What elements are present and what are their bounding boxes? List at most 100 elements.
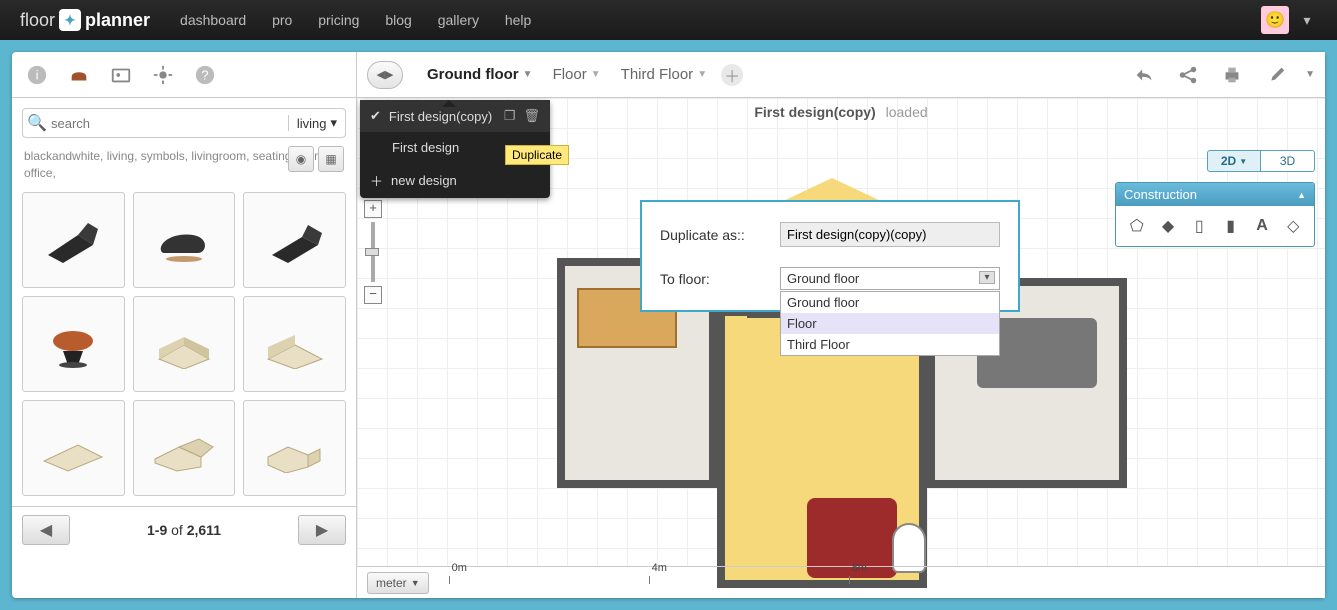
print-icon[interactable] (1217, 60, 1247, 90)
list-item[interactable] (243, 400, 346, 496)
construction-panel: Construction ▲ ⬠ ◆ ▯ ▮ A ◇ (1115, 182, 1315, 247)
zoom-out-button[interactable]: − (364, 286, 382, 304)
design-name: First design(copy) (754, 104, 875, 120)
tab-floor[interactable]: Floor ▼ (547, 62, 607, 87)
chevron-down-icon: ▾ (330, 115, 337, 131)
photos-icon[interactable] (106, 60, 136, 90)
zoom-handle[interactable] (365, 248, 379, 256)
search-row: 🔍 living▾ (22, 108, 346, 138)
furniture-icon[interactable] (64, 60, 94, 90)
floor-option[interactable]: Ground floor (781, 292, 999, 313)
list-item[interactable] (243, 296, 346, 392)
window-tool-icon[interactable]: ▮ (1219, 214, 1243, 238)
to-floor-label: To floor: (660, 271, 770, 287)
view-3d-button[interactable]: 3D (1261, 150, 1315, 172)
search-input[interactable] (51, 116, 288, 131)
chevron-down-icon: ▼ (523, 69, 533, 80)
list-item[interactable] (22, 192, 125, 288)
page-total: 2,611 (187, 522, 221, 538)
add-floor-button[interactable]: ＋ (721, 64, 743, 86)
trash-icon[interactable]: 🗑 (523, 108, 540, 124)
nav-pricing[interactable]: pricing (318, 12, 359, 28)
floor-select-list: Ground floor Floor Third Floor (780, 291, 1000, 356)
nav-help[interactable]: help (505, 12, 531, 28)
duplicate-as-label: Duplicate as:: (660, 227, 770, 243)
floor-option[interactable]: Floor (781, 313, 999, 334)
text-tool-icon[interactable]: A (1250, 214, 1274, 238)
search-category[interactable]: living▾ (288, 115, 345, 131)
list-item[interactable] (133, 296, 236, 392)
nav-dashboard[interactable]: dashboard (180, 12, 246, 28)
collapse-icon: ▲ (1297, 190, 1306, 200)
undo-icon[interactable] (1129, 60, 1159, 90)
canvas-toolbar: ◀▶ Ground floor ▼ Floor ▼ Third Floor▼ ＋ ▼ (357, 52, 1325, 98)
svg-text:?: ? (201, 67, 208, 82)
unit-selector[interactable]: meter▼ (367, 572, 429, 594)
list-item[interactable] (133, 192, 236, 288)
view-3d-toggle[interactable]: ◉ (288, 146, 314, 172)
view-mode-switch: 2D▼ 3D (1207, 150, 1315, 172)
zoom-control: + − (364, 200, 382, 304)
duplicate-name-input[interactable] (780, 222, 1000, 247)
nav-gallery[interactable]: gallery (438, 12, 479, 28)
top-bar: floor ✦ planner dashboard pro pricing bl… (0, 0, 1337, 40)
ruler-ticks: 0m 4m 8m (439, 567, 1325, 598)
prev-page-button[interactable]: ◀ (22, 515, 70, 545)
duplicate-tooltip: Duplicate (505, 145, 569, 165)
nav-blog[interactable]: blog (385, 12, 411, 28)
page-range: 1-9 (147, 522, 167, 538)
tick-label: 4m (652, 562, 667, 574)
share-icon[interactable] (1173, 60, 1203, 90)
logo[interactable]: floor ✦ planner (20, 9, 150, 31)
dimension-tool-icon[interactable]: ◇ (1281, 214, 1305, 238)
zoom-track[interactable] (371, 222, 375, 282)
floor-option[interactable]: Third Floor (781, 334, 999, 355)
avatar[interactable]: 🙂 (1261, 6, 1289, 34)
duplicate-icon[interactable]: ❐ (504, 108, 516, 124)
nav-pro[interactable]: pro (272, 12, 292, 28)
tools-icon[interactable] (148, 60, 178, 90)
list-item[interactable] (22, 400, 125, 496)
logo-icon: ✦ (59, 9, 81, 31)
page-info: 1-9 of 2,611 (147, 522, 221, 538)
tab-label: Floor (553, 66, 587, 83)
next-page-button[interactable]: ▶ (298, 515, 346, 545)
page-of: of (171, 522, 183, 538)
user-menu-caret[interactable]: ▾ (1297, 12, 1317, 29)
chevron-down-icon: ▼ (591, 69, 601, 80)
design-label: First design(copy) (389, 109, 492, 124)
settings-icon[interactable] (1261, 60, 1291, 90)
workspace: i ? 🔍 living▾ blackandwhite, living, sym… (12, 52, 1325, 598)
search-icon: 🔍 (23, 113, 51, 133)
history-nav[interactable]: ◀▶ (367, 61, 403, 89)
chevron-down-icon[interactable]: ▼ (1305, 69, 1315, 80)
library-panel: i ? 🔍 living▾ blackandwhite, living, sym… (12, 52, 357, 598)
label: 3D (1280, 154, 1295, 168)
check-icon: ✔ (370, 108, 381, 124)
list-item[interactable] (133, 400, 236, 496)
surface-tool-icon[interactable]: ◆ (1156, 214, 1180, 238)
furniture-grid (12, 182, 356, 506)
zoom-in-button[interactable]: + (364, 200, 382, 218)
design-menu-new[interactable]: ＋ new design (360, 163, 550, 198)
list-item[interactable] (22, 296, 125, 392)
design-menu-item-current[interactable]: ✔ First design(copy) ❐ 🗑 (360, 100, 550, 132)
tab-label: Ground floor (427, 66, 519, 83)
tab-third-floor[interactable]: Third Floor▼ (615, 62, 713, 87)
wall-tool-icon[interactable]: ⬠ (1125, 214, 1149, 238)
floor-select-button[interactable]: Ground floor (780, 267, 1000, 290)
tag-cloud: blackandwhite, living, symbols, livingro… (12, 148, 356, 182)
view-grid-toggle[interactable]: ▦ (318, 146, 344, 172)
view-2d-button[interactable]: 2D▼ (1207, 150, 1261, 172)
duplicate-dialog: Duplicate as:: To floor: Ground floor Gr… (640, 200, 1020, 312)
construction-header[interactable]: Construction ▲ (1116, 183, 1314, 206)
info-icon[interactable]: i (22, 60, 52, 90)
help-icon[interactable]: ? (190, 60, 220, 90)
door-tool-icon[interactable]: ▯ (1187, 214, 1211, 238)
top-nav: dashboard pro pricing blog gallery help (180, 12, 553, 28)
plus-icon: ＋ (370, 171, 383, 190)
list-item[interactable] (243, 192, 346, 288)
ruler: meter▼ 0m 4m 8m (357, 566, 1325, 598)
tab-ground-floor[interactable]: Ground floor ▼ (421, 62, 539, 87)
design-label: First design (392, 140, 459, 155)
